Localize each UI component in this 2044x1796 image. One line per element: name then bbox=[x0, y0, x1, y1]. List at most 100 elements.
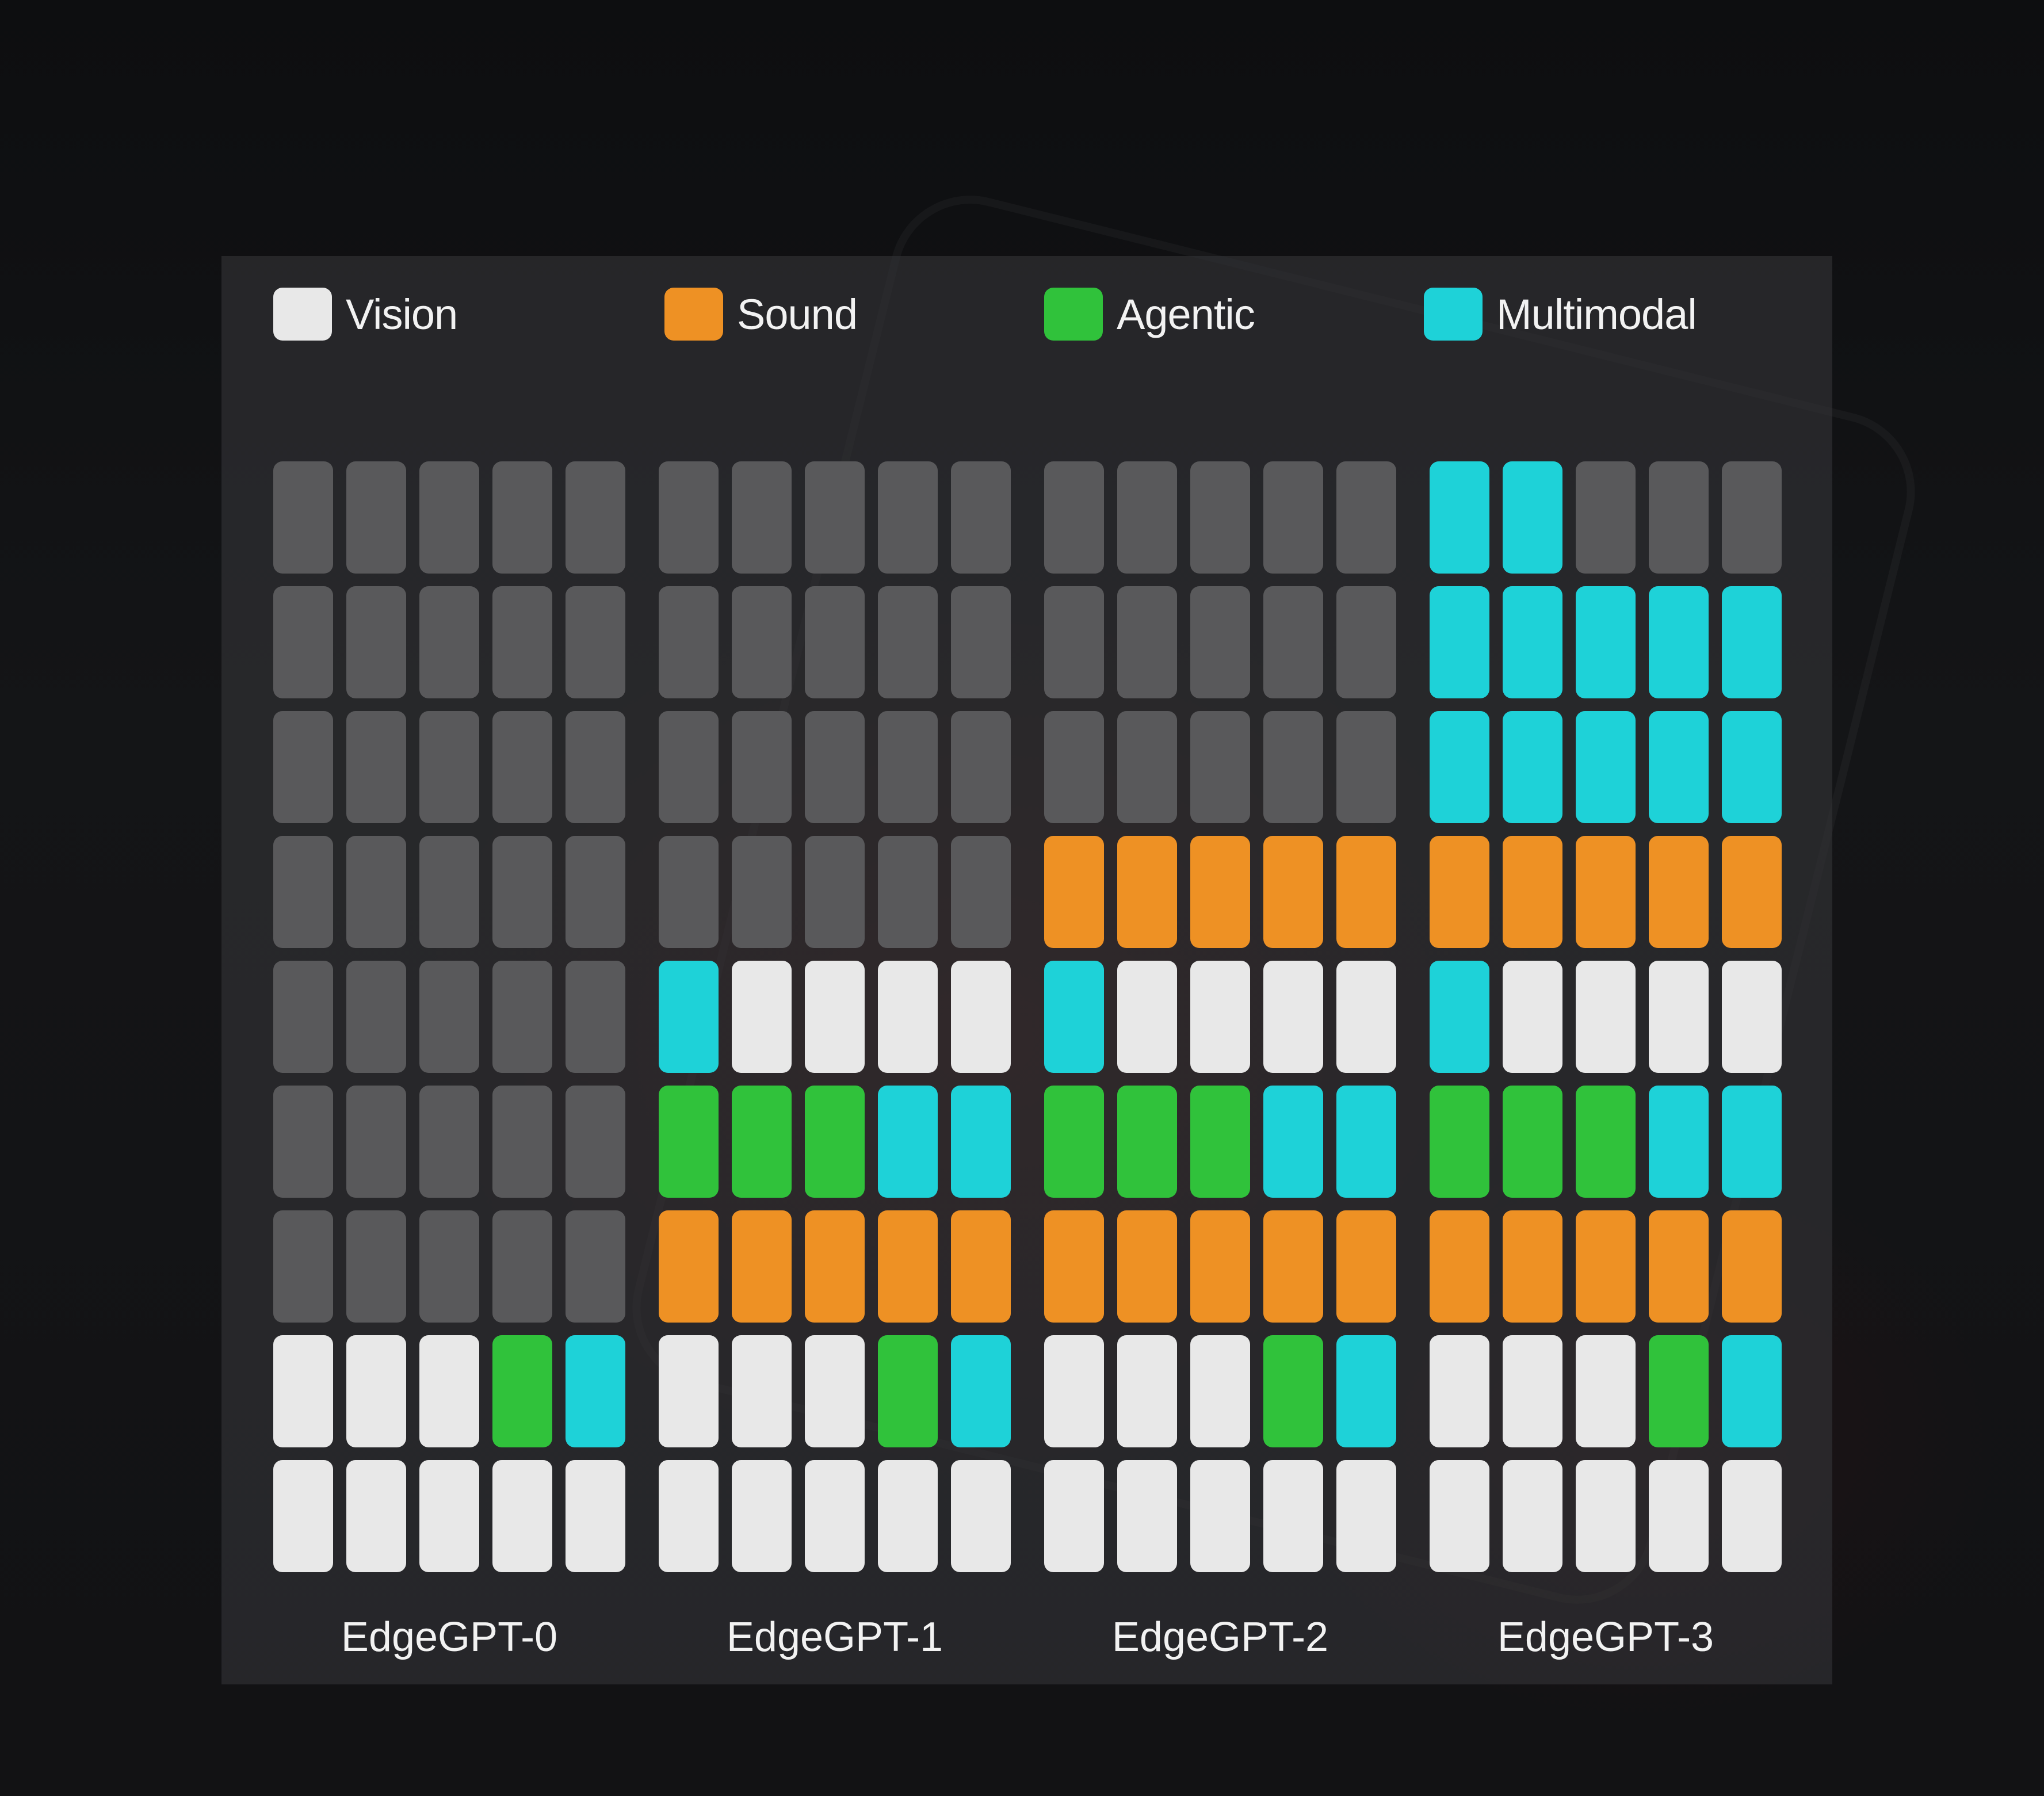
grid-cell-multimodal bbox=[1722, 711, 1782, 823]
grid-cell-empty bbox=[1117, 711, 1177, 823]
category-label-edgegpt-0: EdgeGPT-0 bbox=[341, 1614, 557, 1660]
grid-cell-sound bbox=[878, 1210, 938, 1323]
grid-cell-empty bbox=[492, 961, 552, 1073]
grid-cell-agentic bbox=[878, 1335, 938, 1447]
grid-cell-vision bbox=[1722, 961, 1782, 1073]
category-label-edgegpt-2: EdgeGPT-2 bbox=[1112, 1614, 1328, 1660]
grid-cell-vision bbox=[1503, 1335, 1562, 1447]
grid-cell-sound bbox=[1722, 836, 1782, 948]
capability-grid-chart: EdgeGPT-0 EdgeGPT-1 EdgeGPT-2 EdgeGPT-3 bbox=[273, 461, 1782, 1660]
grid-cell-sound bbox=[1336, 1210, 1396, 1323]
grid-cell-empty bbox=[273, 1210, 333, 1323]
grid-cell-empty bbox=[1190, 461, 1250, 574]
grid-cell-empty bbox=[419, 836, 479, 948]
grid-cell-multimodal bbox=[1576, 586, 1636, 698]
grid-cell-multimodal bbox=[1722, 1335, 1782, 1447]
grid-cell-sound bbox=[1336, 836, 1396, 948]
grid-cell-multimodal bbox=[951, 1086, 1011, 1198]
grid-cell-empty bbox=[1649, 461, 1709, 574]
grid-cell-vision bbox=[1430, 1335, 1489, 1447]
grid-cell-vision bbox=[732, 961, 792, 1073]
grid-cell-multimodal bbox=[1430, 961, 1489, 1073]
grid-cell-agentic bbox=[1503, 1086, 1562, 1198]
grid-cell-empty bbox=[732, 586, 792, 698]
grid-cell-empty bbox=[1263, 461, 1323, 574]
grid-cell-vision bbox=[878, 961, 938, 1073]
grid-cell-vision bbox=[1503, 961, 1562, 1073]
grid-cell-sound bbox=[1190, 1210, 1250, 1323]
category-label-edgegpt-3: EdgeGPT-3 bbox=[1497, 1614, 1714, 1660]
grid-cell-empty bbox=[346, 1210, 406, 1323]
grid-cell-vision bbox=[878, 1460, 938, 1572]
grid-cell-empty bbox=[1263, 586, 1323, 698]
grid-cell-agentic bbox=[732, 1086, 792, 1198]
grid-cell-sound bbox=[1430, 836, 1489, 948]
grid-cell-empty bbox=[805, 836, 865, 948]
grid-cell-empty bbox=[566, 1210, 625, 1323]
grid-cell-sound bbox=[1263, 1210, 1323, 1323]
grid-cell-multimodal bbox=[1576, 711, 1636, 823]
chart-panel: Vision Sound Agentic Multimodal EdgeGPT-… bbox=[221, 256, 1832, 1684]
grid-cell-empty bbox=[659, 586, 719, 698]
grid-cell-empty bbox=[951, 836, 1011, 948]
grid-cell-empty bbox=[659, 461, 719, 574]
grid-cell-vision bbox=[1722, 1460, 1782, 1572]
grid-cell-vision bbox=[659, 1460, 719, 1572]
grid-cell-multimodal bbox=[1263, 1086, 1323, 1198]
grid-cell-vision bbox=[1117, 961, 1177, 1073]
grid-cell-sound bbox=[1576, 1210, 1636, 1323]
grid-cell-multimodal bbox=[1430, 711, 1489, 823]
grid-cell-sound bbox=[1430, 1210, 1489, 1323]
grid-cell-empty bbox=[1117, 461, 1177, 574]
grid-cell-sound bbox=[1044, 836, 1104, 948]
grid-cell-vision bbox=[1649, 1460, 1709, 1572]
grid-cell-sound bbox=[1722, 1210, 1782, 1323]
grid-cell-multimodal bbox=[1336, 1335, 1396, 1447]
grid-cell-empty bbox=[951, 711, 1011, 823]
grid-cell-vision bbox=[419, 1460, 479, 1572]
grid-cell-empty bbox=[1044, 586, 1104, 698]
grid-cell-multimodal bbox=[1649, 711, 1709, 823]
grid-cell-vision bbox=[951, 961, 1011, 1073]
grid-cell-empty bbox=[878, 836, 938, 948]
grid-cell-vision bbox=[1576, 1335, 1636, 1447]
grid-cell-vision bbox=[951, 1460, 1011, 1572]
grid-cell-multimodal bbox=[1503, 586, 1562, 698]
grid-cell-agentic bbox=[1190, 1086, 1250, 1198]
model-group-edgegpt-2 bbox=[1044, 461, 1396, 1572]
model-group-edgegpt-0 bbox=[273, 461, 625, 1572]
grid-cell-multimodal bbox=[1649, 586, 1709, 698]
grid-cell-sound bbox=[732, 1210, 792, 1323]
grid-cell-vision bbox=[1576, 961, 1636, 1073]
grid-cell-agentic bbox=[1576, 1086, 1636, 1198]
grid-cell-empty bbox=[1263, 711, 1323, 823]
grid-cell-empty bbox=[273, 836, 333, 948]
grid-cell-empty bbox=[419, 461, 479, 574]
grid-cell-agentic bbox=[1430, 1086, 1489, 1198]
grid-cell-empty bbox=[732, 836, 792, 948]
grid-cell-empty bbox=[1336, 586, 1396, 698]
grid-cell-empty bbox=[419, 1210, 479, 1323]
grid-cell-empty bbox=[1576, 461, 1636, 574]
grid-cell-multimodal bbox=[1722, 1086, 1782, 1198]
grid-cell-vision bbox=[346, 1335, 406, 1447]
grid-cell-vision bbox=[1190, 1460, 1250, 1572]
grid-cell-empty bbox=[732, 711, 792, 823]
grid-cell-vision bbox=[1044, 1335, 1104, 1447]
grid-cell-multimodal bbox=[1430, 461, 1489, 574]
grid-cell-multimodal bbox=[1503, 711, 1562, 823]
grid-cell-sound bbox=[1044, 1210, 1104, 1323]
grid-cell-vision bbox=[273, 1460, 333, 1572]
grid-cell-empty bbox=[566, 586, 625, 698]
grid-cell-vision bbox=[732, 1460, 792, 1572]
grid-cell-sound bbox=[1117, 836, 1177, 948]
grid-cell-empty bbox=[346, 711, 406, 823]
grid-cell-empty bbox=[1044, 711, 1104, 823]
grid-cell-agentic bbox=[659, 1086, 719, 1198]
grid-cell-empty bbox=[878, 461, 938, 574]
grid-cell-empty bbox=[805, 586, 865, 698]
grid-cell-vision bbox=[566, 1460, 625, 1572]
grid-cell-empty bbox=[273, 1086, 333, 1198]
grid-cell-sound bbox=[1263, 836, 1323, 948]
grid-cell-empty bbox=[732, 461, 792, 574]
